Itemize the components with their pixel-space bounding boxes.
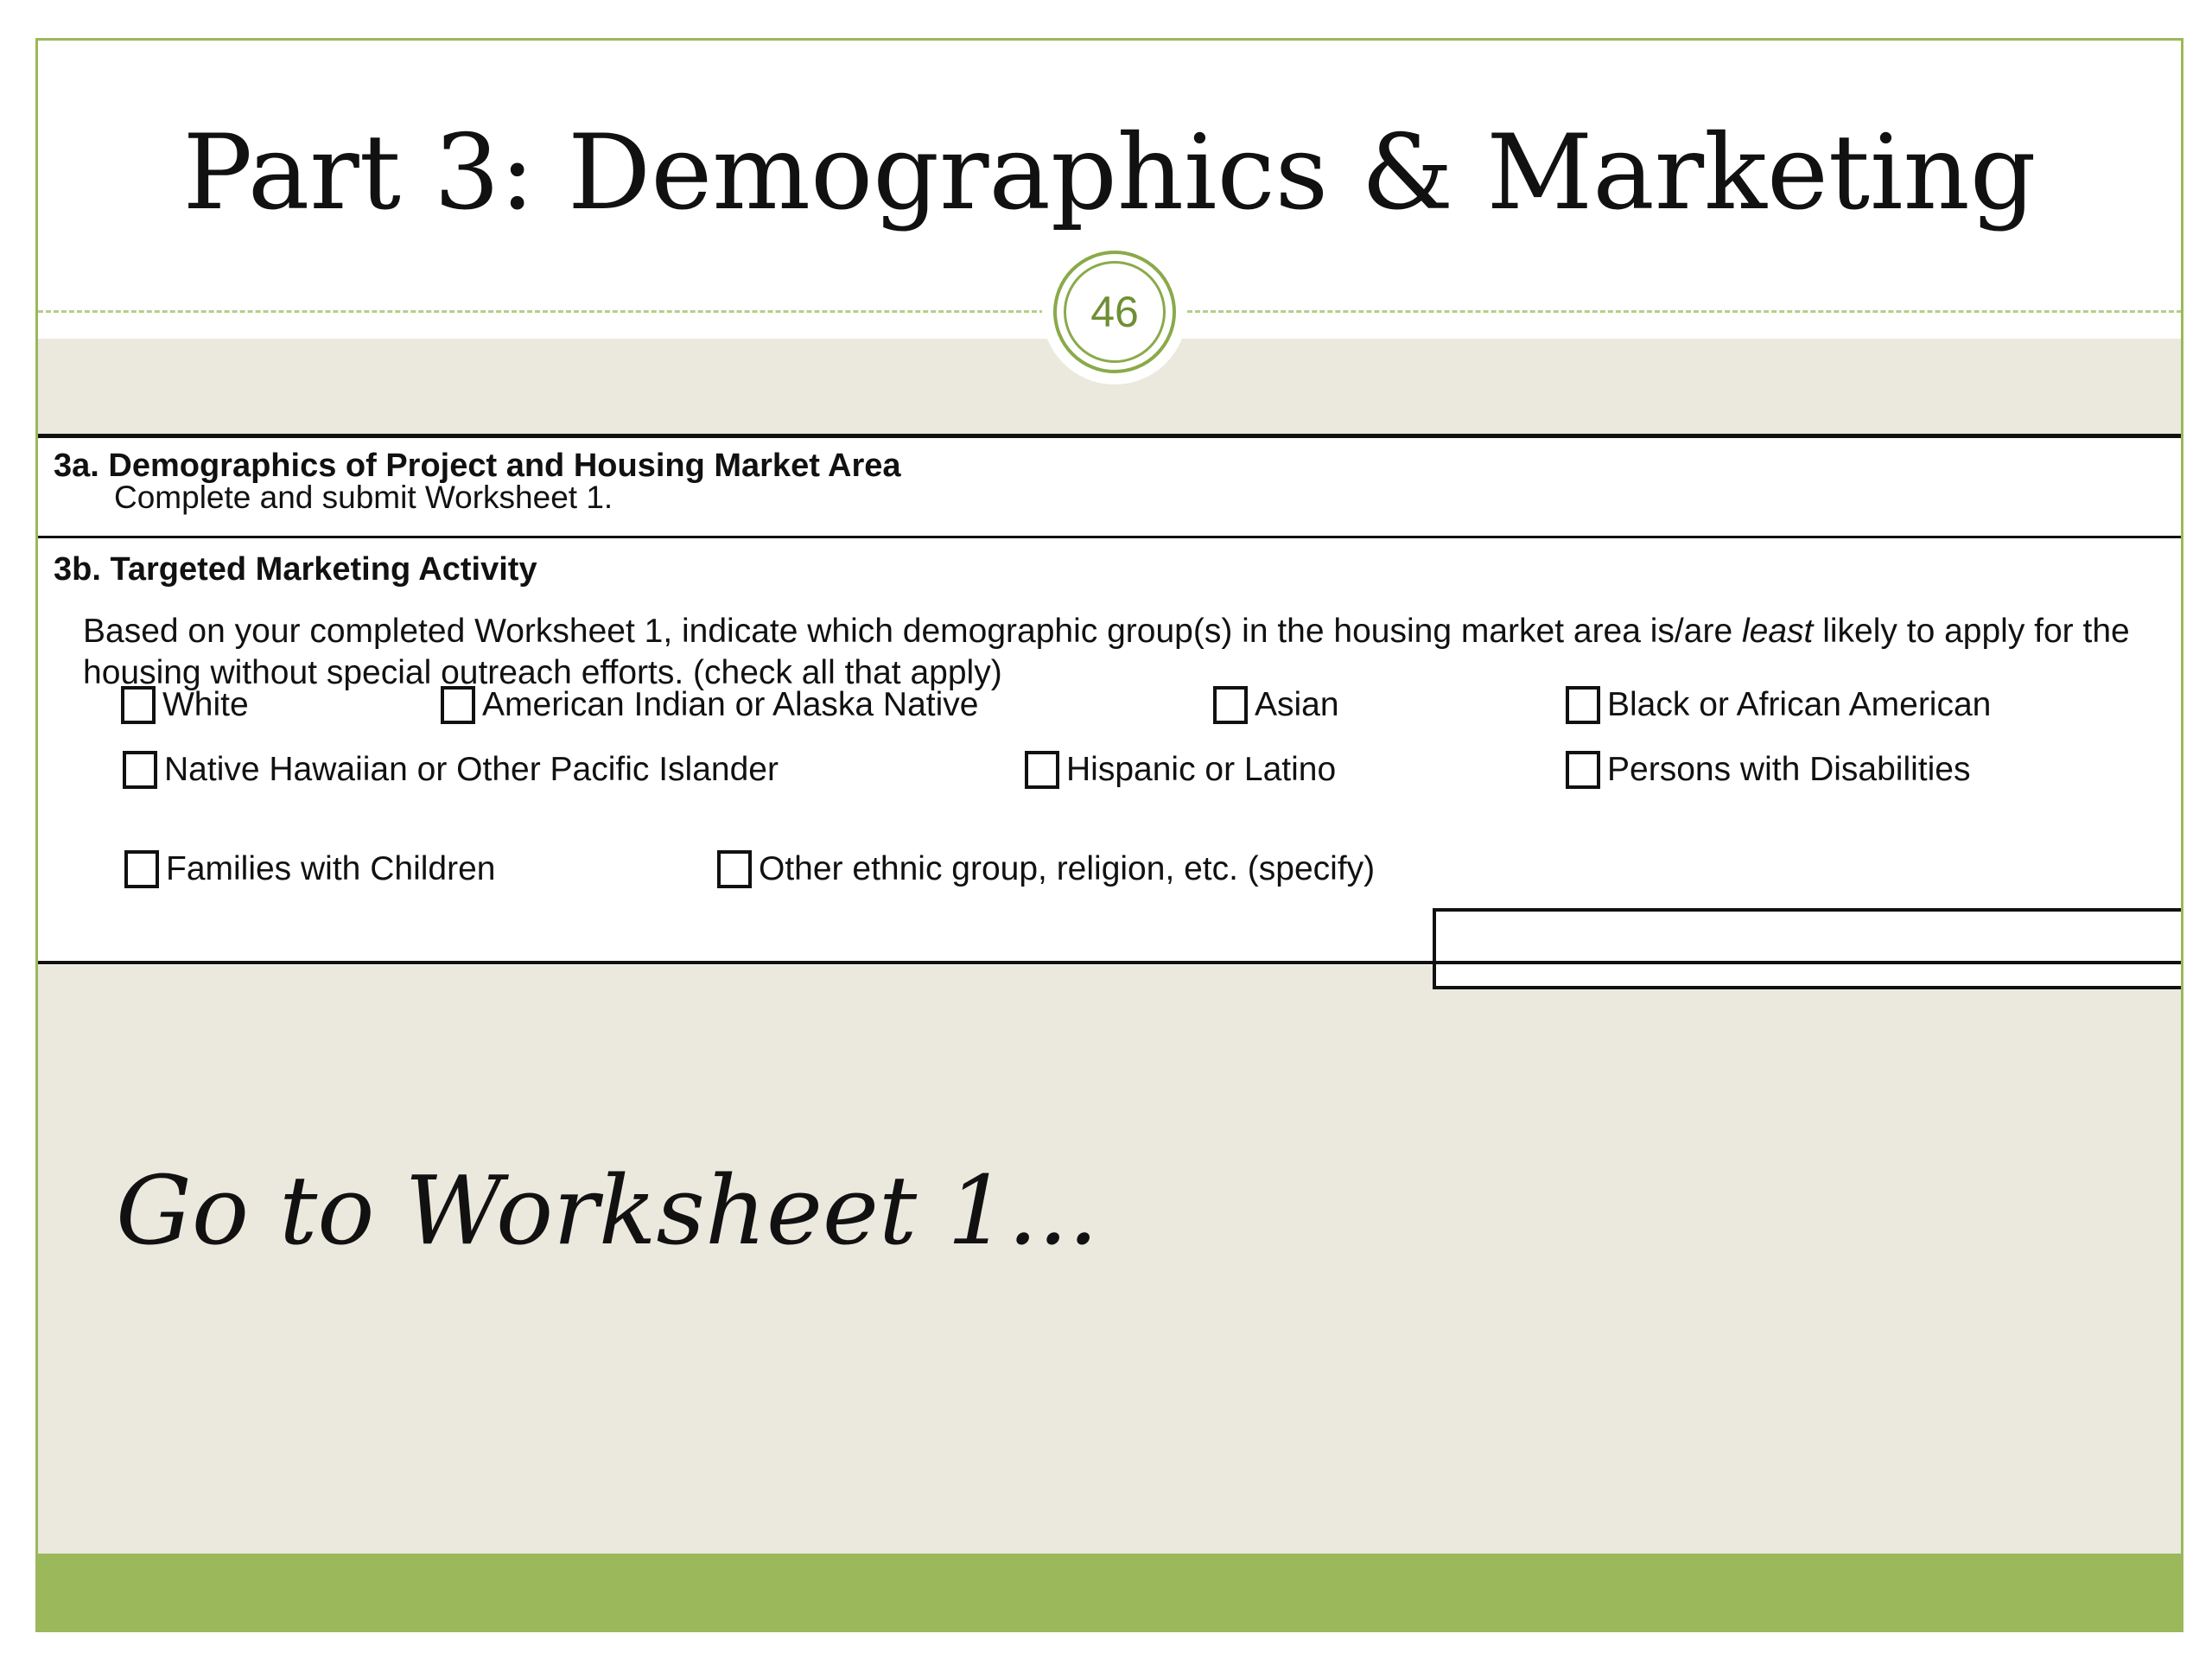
option-black[interactable]: Black or African American xyxy=(1566,683,1991,728)
option-white[interactable]: White xyxy=(121,683,249,728)
instruction-text-a: Based on your completed Worksheet 1, ind… xyxy=(83,613,1742,650)
section-3b-instruction: Based on your completed Worksheet 1, ind… xyxy=(83,611,2174,694)
slide-title: Part 3: Demographics & Marketing xyxy=(182,113,2037,233)
option-label: Black or African American xyxy=(1607,686,1992,723)
option-other[interactable]: Other ethnic group, religion, etc. (spec… xyxy=(717,847,1375,892)
callout-text: Go to Worksheet 1... xyxy=(116,1155,1099,1266)
option-label: American Indian or Alaska Native xyxy=(482,686,979,723)
checkbox[interactable] xyxy=(1025,751,1059,789)
option-label: White xyxy=(162,686,249,723)
instruction-text-b: likely to apply for the xyxy=(1813,613,2130,650)
divider-right xyxy=(1187,310,2181,313)
option-hispanic[interactable]: Hispanic or Latino xyxy=(1025,747,1336,792)
checkbox[interactable] xyxy=(124,850,159,888)
option-asian[interactable]: Asian xyxy=(1213,683,1339,728)
section-3b-title: 3b. Targeted Marketing Activity xyxy=(54,551,537,588)
specify-field[interactable] xyxy=(1433,908,2181,989)
option-native-hawaiian[interactable]: Native Hawaiian or Other Pacific Islande… xyxy=(123,747,779,792)
divider-left xyxy=(38,310,1045,313)
instruction-emphasis: least xyxy=(1741,613,1814,650)
option-american-indian[interactable]: American Indian or Alaska Native xyxy=(441,683,978,728)
option-label: Other ethnic group, religion, etc. (spec… xyxy=(759,850,1376,887)
form-rule-middle xyxy=(38,536,2181,538)
option-label: Native Hawaiian or Other Pacific Islande… xyxy=(164,751,779,788)
section-3a-instruction: Complete and submit Worksheet 1. xyxy=(114,480,613,515)
checkbox[interactable] xyxy=(121,686,156,724)
option-families[interactable]: Families with Children xyxy=(124,847,495,892)
checkbox[interactable] xyxy=(123,751,157,789)
checkbox[interactable] xyxy=(1566,686,1600,724)
page-number: 46 xyxy=(1064,261,1166,363)
slide: Part 3: Demographics & Marketing 46 3a. … xyxy=(35,38,2183,1632)
footer-bar xyxy=(38,1554,2181,1630)
option-label: Hispanic or Latino xyxy=(1066,751,1337,788)
option-label: Asian xyxy=(1255,686,1339,723)
form-excerpt: 3a. Demographics of Project and Housing … xyxy=(38,434,2181,989)
form-rule-bottom xyxy=(38,961,2181,964)
page-number-badge: 46 xyxy=(1053,251,1176,373)
checkbox[interactable] xyxy=(441,686,475,724)
form-rule-top xyxy=(38,434,2181,438)
option-disabilities[interactable]: Persons with Disabilities xyxy=(1566,747,1971,792)
checkbox[interactable] xyxy=(1213,686,1248,724)
checkbox[interactable] xyxy=(1566,751,1600,789)
option-label: Persons with Disabilities xyxy=(1607,751,1971,788)
option-label: Families with Children xyxy=(166,850,496,887)
instruction-line-1: Based on your completed Worksheet 1, ind… xyxy=(83,611,2174,652)
checkbox[interactable] xyxy=(717,850,752,888)
